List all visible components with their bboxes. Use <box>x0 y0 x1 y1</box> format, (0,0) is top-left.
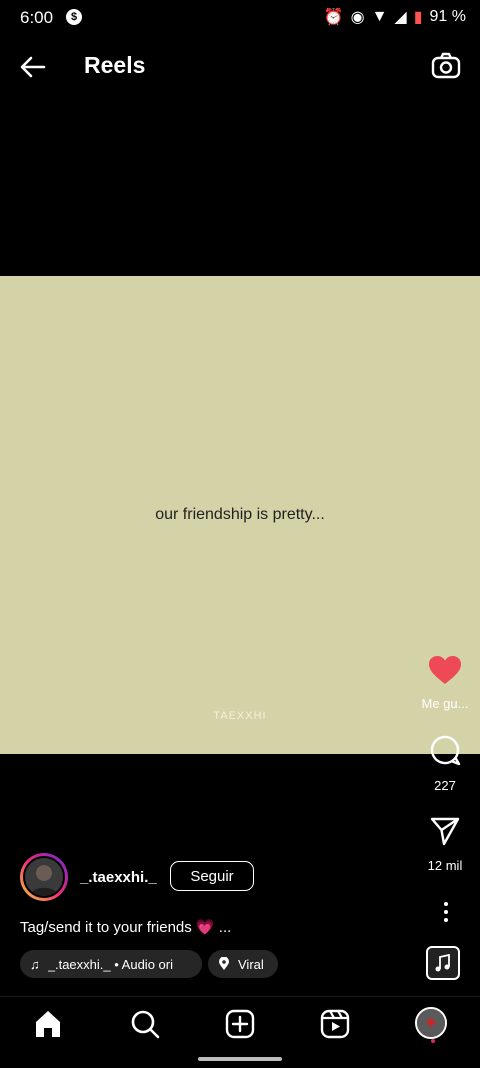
reel-overlay-text: our friendship is pretty... <box>155 506 325 523</box>
send-icon <box>430 817 460 846</box>
profile-photo <box>417 1009 445 1037</box>
reel-caption[interactable]: Tag/send it to your friends 💗 ... <box>20 918 231 936</box>
status-right-icons: ⏰ ◉ ▼ ◢ ▮ 91 % <box>324 7 466 27</box>
back-button[interactable] <box>18 52 48 82</box>
reels-icon <box>320 1009 350 1039</box>
reel-watermark: TAEXXHI <box>213 710 267 722</box>
status-bar: 6:00 $ ⏰ ◉ ▼ ◢ ▮ 91 % <box>0 0 480 36</box>
heart-icon <box>429 656 461 684</box>
page-title: Reels <box>84 52 146 78</box>
notification-dot <box>431 1039 435 1043</box>
like-button[interactable]: Me gu... <box>410 655 480 711</box>
camera-button[interactable] <box>430 50 462 82</box>
nav-home[interactable] <box>31 1007 65 1041</box>
avatar-photo <box>25 858 63 896</box>
shares-count: 12 mil <box>427 858 463 873</box>
search-icon <box>131 1010 160 1039</box>
share-button[interactable]: 12 mil <box>410 815 480 873</box>
profile-avatar <box>415 1007 447 1043</box>
follow-button[interactable]: Seguir <box>170 861 254 891</box>
camera-icon <box>431 52 461 79</box>
home-icon <box>36 1011 60 1037</box>
arrow-left-icon <box>20 56 46 78</box>
nav-reels[interactable] <box>318 1007 352 1041</box>
comment-button[interactable]: 227 <box>410 733 480 793</box>
location-chip[interactable]: Viral <box>208 950 278 978</box>
music-note-icon <box>435 953 450 972</box>
more-vertical-icon <box>444 902 448 922</box>
author-avatar[interactable] <box>20 853 68 901</box>
eye-icon: ◉ <box>350 9 365 26</box>
more-options-button[interactable] <box>426 900 466 924</box>
likes-label: Me gu... <box>421 696 469 711</box>
audio-label: _.taexxhi._ • Audio ori <box>47 956 173 972</box>
wifi-icon: ▼ <box>371 8 388 25</box>
battery-percent: 91 % <box>429 8 466 25</box>
battery-icon: ▮ <box>413 9 423 26</box>
audio-thumbnail[interactable] <box>426 946 460 980</box>
notification-icon: $ <box>66 9 82 25</box>
avatar-image <box>23 856 65 898</box>
location-pin-icon <box>219 957 229 970</box>
nav-create[interactable] <box>223 1007 257 1041</box>
location-label: Viral <box>238 956 264 972</box>
status-time: 6:00 <box>20 8 54 27</box>
nav-search[interactable] <box>128 1007 162 1041</box>
gesture-bar <box>198 1057 282 1061</box>
audio-chip[interactable]: ♫ _.taexxhi._ • Audio ori <box>20 950 202 978</box>
author-username[interactable]: _.taexxhi._ <box>80 869 157 886</box>
comments-count: 227 <box>434 778 456 793</box>
music-note-icon: ♫ <box>30 956 40 972</box>
alarm-icon: ⏰ <box>323 9 344 26</box>
comment-icon <box>430 735 461 766</box>
nav-profile[interactable] <box>415 1007 449 1043</box>
signal-icon: ◢ <box>394 9 407 26</box>
add-icon <box>225 1009 255 1039</box>
